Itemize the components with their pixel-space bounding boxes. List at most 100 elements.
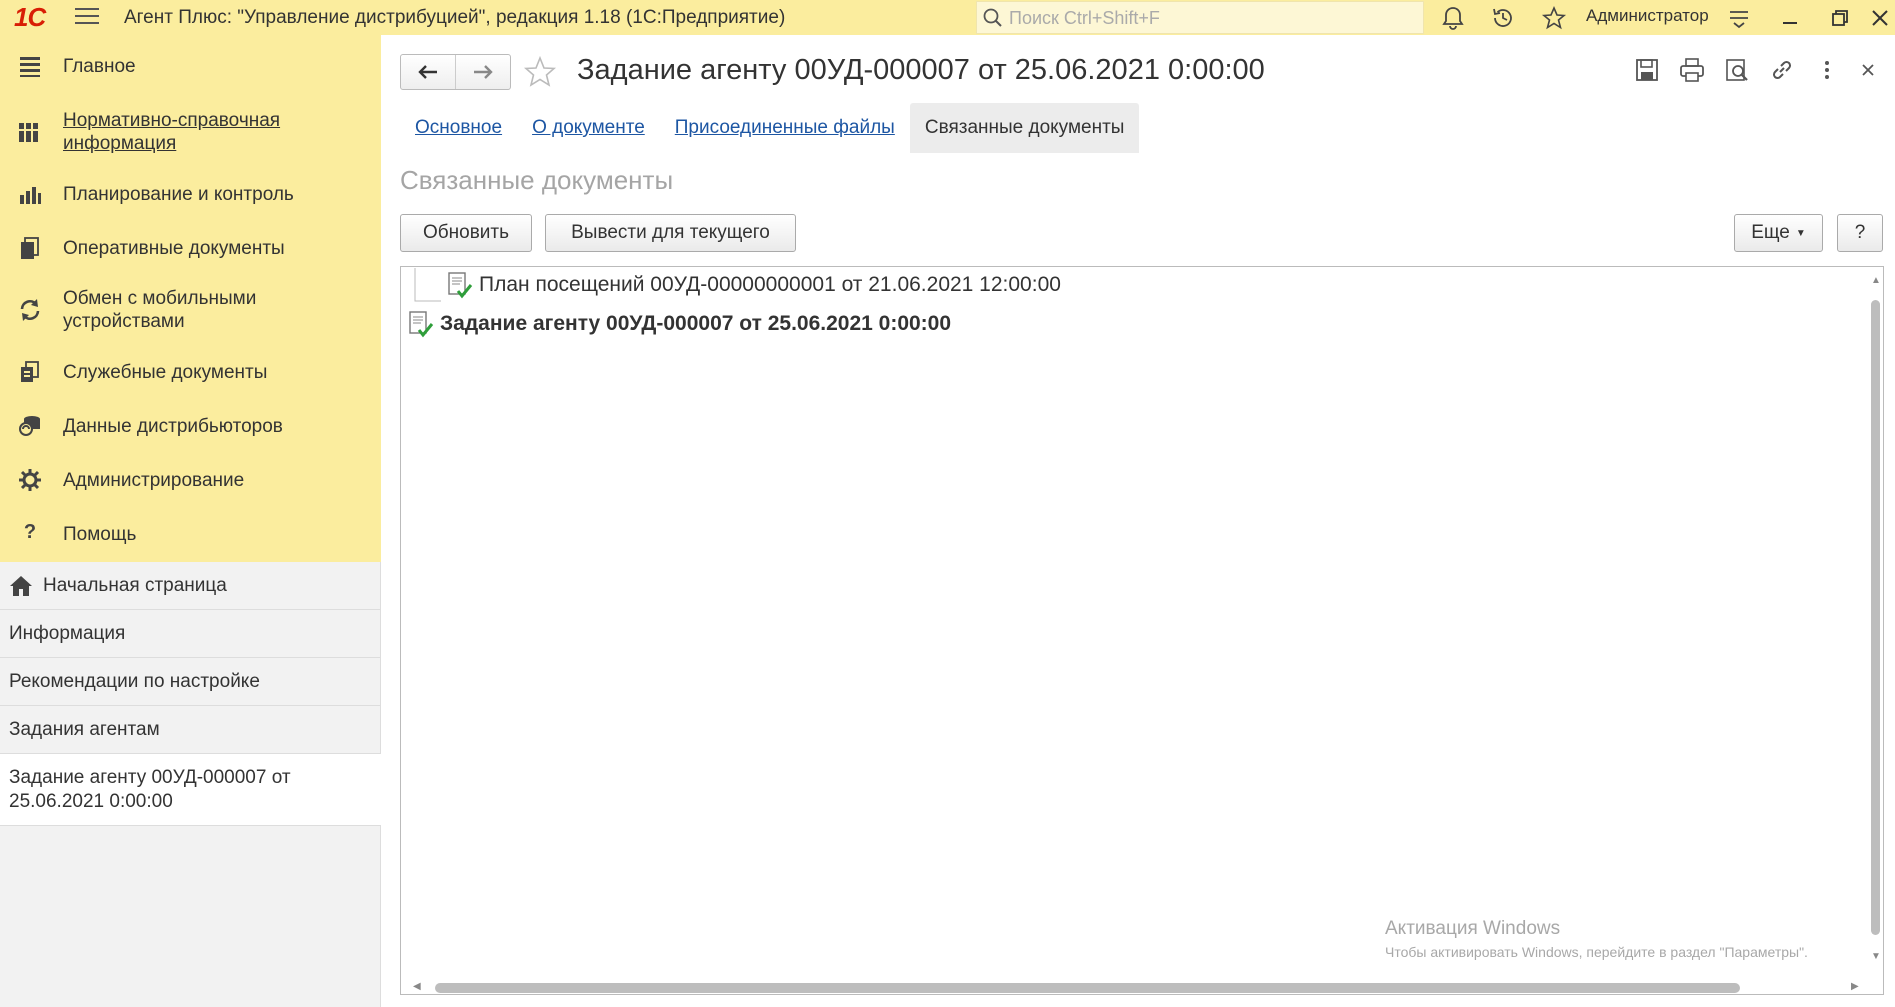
nav-item-label: Задание агенту 00УД-000007 от 25.06.2021…: [9, 766, 291, 812]
arrow-right-icon: [473, 65, 493, 79]
help-icon: ?: [23, 521, 37, 543]
scroll-left-icon[interactable]: ◀: [413, 981, 421, 992]
section-service-docs[interactable]: Служебные документы: [0, 345, 381, 399]
user-name[interactable]: Администратор: [1586, 6, 1709, 26]
sync-icon: [20, 299, 40, 321]
sidebar: Главное Нормативно-справочная информация…: [0, 35, 381, 1007]
windows-activation-watermark: Активация Windows Чтобы активировать Win…: [1385, 918, 1808, 960]
section-help[interactable]: ? Помощь: [0, 507, 381, 561]
section-label: Главное: [63, 56, 136, 77]
add-to-favorites-icon[interactable]: [523, 55, 557, 89]
section-label: Нормативно-справочная информация: [63, 110, 281, 154]
scroll-right-icon[interactable]: ▶: [1851, 981, 1859, 992]
tab-related-documents[interactable]: Связанные документы: [909, 103, 1140, 153]
tree-row[interactable]: План посещений 00УД-00000000001 от 21.06…: [445, 268, 1061, 302]
section-reference-info[interactable]: Нормативно-справочная информация: [0, 97, 381, 167]
top-bar: 1С Агент Плюс: "Управление дистрибуцией"…: [0, 0, 1895, 35]
tree-row-current[interactable]: Задание агенту 00УД-000007 от 25.06.2021…: [406, 307, 951, 341]
preview-icon[interactable]: [1723, 56, 1751, 84]
books-icon: [19, 123, 41, 142]
service-docs-icon: [21, 361, 39, 382]
watermark-text: Чтобы активировать Windows, перейдите в …: [1385, 944, 1808, 960]
section-label: Планирование и контроль: [63, 184, 294, 205]
open-windows-list: Начальная страница Информация Рекомендац…: [0, 562, 381, 826]
tab-attached-files[interactable]: Присоединенные файлы: [660, 103, 910, 153]
page-title: Задание агенту 00УД-000007 от 25.06.2021…: [577, 54, 1265, 86]
distributors-icon: [19, 416, 40, 436]
refresh-button[interactable]: Обновить: [400, 214, 532, 252]
watermark-title: Активация Windows: [1385, 918, 1561, 939]
vertical-scroll-thumb[interactable]: [1871, 300, 1880, 935]
chevron-down-icon: ▼: [1795, 227, 1806, 239]
section-operative-docs[interactable]: Оперативные документы: [0, 221, 381, 275]
section-label: Данные дистрибьюторов: [63, 416, 283, 437]
section-label: Администрирование: [63, 470, 245, 491]
settings-menu-icon[interactable]: [1726, 5, 1752, 31]
section-main[interactable]: Главное: [0, 35, 381, 97]
tree-row-label: Задание агенту 00УД-000007 от 25.06.2021…: [440, 312, 952, 335]
link-icon[interactable]: [1768, 56, 1796, 84]
nav-item-label: Информация: [9, 622, 126, 644]
section-administration[interactable]: Администрирование: [0, 453, 381, 507]
gear-icon: [19, 469, 41, 491]
tab-bar: Основное О документе Присоединенные файл…: [400, 103, 1140, 153]
nav-item-information[interactable]: Информация: [0, 610, 381, 658]
sections-panel: Главное Нормативно-справочная информация…: [0, 35, 381, 562]
nav-item-current-document[interactable]: Задание агенту 00УД-000007 от 25.06.2021…: [0, 754, 381, 826]
posted-document-icon: [448, 272, 473, 299]
nav-item-home[interactable]: Начальная страница: [0, 562, 381, 610]
section-label: Помощь: [63, 524, 137, 545]
search-icon: [983, 8, 1002, 27]
scroll-down-icon[interactable]: ▼: [1871, 951, 1881, 962]
print-icon[interactable]: [1678, 56, 1706, 84]
history-nav: [400, 54, 511, 90]
document-form: Задание агенту 00УД-000007 от 25.06.2021…: [382, 35, 1895, 1007]
nav-item-label: Задания агентам: [9, 718, 160, 740]
tree-row-label: План посещений 00УД-00000000001 от 21.06…: [479, 273, 1061, 296]
nav-item-label: Рекомендации по настройке: [9, 670, 260, 692]
more-button[interactable]: Еще ▼: [1734, 214, 1823, 252]
main-menu-icon[interactable]: [75, 8, 99, 26]
section-title: Связанные документы: [400, 165, 674, 195]
notifications-bell-icon[interactable]: [1440, 5, 1466, 31]
section-label: Служебные документы: [63, 362, 268, 383]
more-button-label: Еще: [1751, 222, 1790, 243]
section-label: Обмен с мобильными устройствами: [63, 288, 257, 332]
history-icon[interactable]: [1490, 5, 1516, 31]
close-icon[interactable]: [1854, 56, 1882, 84]
1c-logo[interactable]: 1С: [14, 4, 46, 30]
restore-icon[interactable]: [1827, 5, 1853, 31]
horizontal-scrollbar[interactable]: ◀ ▶: [401, 978, 1883, 994]
arrow-left-icon: [418, 65, 437, 79]
minimize-icon[interactable]: [1777, 5, 1803, 31]
save-icon[interactable]: [1633, 56, 1661, 84]
search-input[interactable]: [1009, 6, 1409, 30]
back-button[interactable]: [401, 55, 456, 89]
nav-item-agent-tasks[interactable]: Задания агентам: [0, 706, 381, 754]
app-title: Агент Плюс: "Управление дистрибуцией", р…: [124, 7, 786, 28]
section-distributor-data[interactable]: Данные дистрибьюторов: [0, 399, 381, 453]
section-label: Оперативные документы: [63, 238, 285, 259]
posted-document-icon: [409, 311, 434, 338]
tab-about-document[interactable]: О документе: [517, 103, 660, 153]
forward-button[interactable]: [456, 55, 511, 89]
vertical-scrollbar[interactable]: ▲ ▼: [1867, 267, 1883, 994]
horizontal-scroll-thumb[interactable]: [435, 983, 1740, 993]
documents-icon: [21, 237, 39, 259]
tree-connector: [414, 268, 441, 302]
show-for-current-button[interactable]: Вывести для текущего: [545, 214, 796, 252]
more-actions-icon[interactable]: [1813, 56, 1841, 84]
section-planning[interactable]: Планирование и контроль: [0, 167, 381, 221]
section-mobile-exchange[interactable]: Обмен с мобильными устройствами: [0, 275, 381, 345]
list-icon: [20, 57, 40, 77]
search-box[interactable]: [976, 1, 1424, 34]
tab-main[interactable]: Основное: [400, 103, 517, 153]
home-icon: [10, 575, 32, 596]
chart-icon: [20, 187, 41, 204]
scroll-up-icon[interactable]: ▲: [1871, 275, 1881, 286]
help-button[interactable]: ?: [1837, 214, 1883, 252]
favorites-star-icon[interactable]: [1541, 5, 1567, 31]
nav-item-recommendations[interactable]: Рекомендации по настройке: [0, 658, 381, 706]
nav-item-label: Начальная страница: [43, 574, 227, 596]
close-window-icon[interactable]: [1867, 5, 1893, 31]
